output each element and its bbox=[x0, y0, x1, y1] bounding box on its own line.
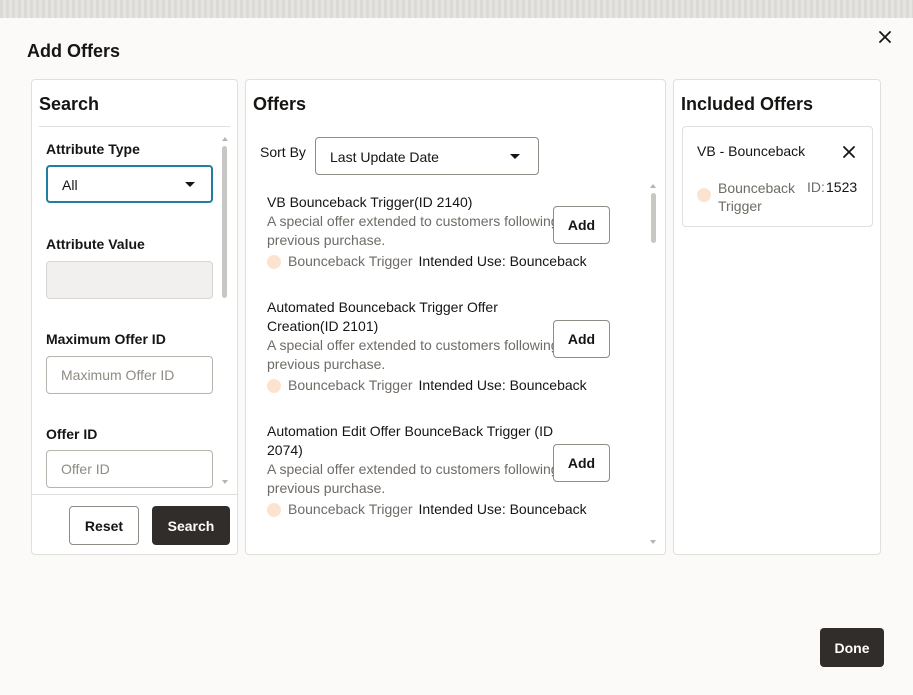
add-offer-button[interactable]: Add bbox=[553, 444, 610, 482]
offers-panel-title: Offers bbox=[253, 94, 307, 114]
scroll-down-arrow[interactable] bbox=[222, 480, 228, 484]
remove-icon[interactable] bbox=[840, 143, 858, 161]
offer-title: VB Bounceback Trigger(ID 2140) bbox=[267, 194, 473, 210]
close-button[interactable] bbox=[874, 26, 896, 48]
done-button[interactable]: Done bbox=[820, 628, 884, 667]
max-offer-id-placeholder: Maximum Offer ID bbox=[61, 367, 175, 383]
attribute-value-label: Attribute Value bbox=[46, 236, 145, 252]
included-panel-title: Included Offers bbox=[681, 94, 814, 114]
offer-type-dot bbox=[267, 254, 281, 269]
search-footer-divider bbox=[32, 494, 237, 495]
offer-type-dot bbox=[697, 188, 711, 202]
sort-by-select[interactable]: Last Update Date bbox=[315, 137, 539, 175]
sort-by-value: Last Update Date bbox=[330, 149, 439, 165]
offers-scrollbar[interactable] bbox=[651, 193, 656, 243]
max-offer-id-label: Maximum Offer ID bbox=[46, 331, 166, 347]
add-offers-dialog: Add Offers Search Attribute Type All Att… bbox=[0, 18, 913, 695]
attribute-type-select[interactable]: All bbox=[46, 165, 213, 203]
included-offer-id-label: ID: bbox=[807, 179, 825, 195]
included-offer-card: VB - Bounceback Bounceback Trigger ID: 1… bbox=[682, 126, 873, 227]
attribute-value-input[interactable] bbox=[46, 261, 213, 299]
max-offer-id-input[interactable]: Maximum Offer ID bbox=[46, 356, 213, 394]
search-divider bbox=[39, 126, 230, 127]
offer-title: Automated Bounceback Trigger Offer Creat… bbox=[267, 299, 498, 334]
included-offer-id-value: 1523 bbox=[826, 179, 858, 195]
search-panel-title: Search bbox=[39, 94, 100, 114]
backdrop-strip bbox=[0, 0, 913, 18]
sort-by-label: Sort By bbox=[260, 144, 306, 160]
offer-type-dot bbox=[267, 378, 281, 393]
included-offer-type: Bounceback Trigger bbox=[718, 180, 796, 214]
dialog-title: Add Offers bbox=[27, 41, 121, 61]
offer-meta: Bounceback Trigger Intended Use: Bounceb… bbox=[267, 252, 637, 271]
search-scrollbar[interactable] bbox=[222, 146, 227, 298]
offer-meta: Bounceback Trigger Intended Use: Bounceb… bbox=[267, 500, 637, 519]
search-button[interactable]: Search bbox=[152, 506, 230, 545]
offer-intended-use: Intended Use: Bounceback bbox=[418, 253, 587, 269]
attribute-type-label: Attribute Type bbox=[46, 141, 140, 157]
close-icon bbox=[879, 31, 891, 43]
chevron-down-icon bbox=[185, 182, 195, 187]
offer-type-dot bbox=[267, 502, 281, 517]
scroll-down-arrow[interactable] bbox=[650, 540, 656, 544]
offer-id-input[interactable]: Offer ID bbox=[46, 450, 213, 488]
offer-type: Bounceback Trigger bbox=[288, 253, 413, 269]
offer-meta: Bounceback Trigger Intended Use: Bounceb… bbox=[267, 376, 637, 395]
offer-title: Automation Edit Offer BounceBack Trigger… bbox=[267, 423, 554, 458]
offer-description: A special offer extended to customers fo… bbox=[267, 461, 571, 496]
search-panel: Search Attribute Type All Attribute Valu… bbox=[31, 79, 238, 555]
offer-type: Bounceback Trigger bbox=[288, 501, 413, 517]
included-offer-name: VB - Bounceback bbox=[697, 143, 806, 159]
included-offers-panel: Included Offers VB - Bounceback Bounceba… bbox=[673, 79, 881, 555]
reset-button[interactable]: Reset bbox=[69, 506, 139, 545]
offer-intended-use: Intended Use: Bounceback bbox=[418, 501, 587, 517]
offer-description: A special offer extended to customers fo… bbox=[267, 213, 571, 248]
offer-id-placeholder: Offer ID bbox=[61, 461, 110, 477]
scroll-up-arrow[interactable] bbox=[222, 137, 228, 141]
add-offer-button[interactable]: Add bbox=[553, 206, 610, 244]
offer-intended-use: Intended Use: Bounceback bbox=[418, 377, 587, 393]
add-offer-button[interactable]: Add bbox=[553, 320, 610, 358]
chevron-down-icon bbox=[510, 154, 520, 159]
attribute-type-value: All bbox=[62, 177, 78, 193]
offers-panel: Offers Sort By Last Update Date VB Bounc… bbox=[245, 79, 666, 555]
offer-id-label: Offer ID bbox=[46, 426, 98, 442]
offer-type: Bounceback Trigger bbox=[288, 377, 413, 393]
offer-description: A special offer extended to customers fo… bbox=[267, 337, 571, 372]
scroll-up-arrow[interactable] bbox=[650, 184, 656, 188]
